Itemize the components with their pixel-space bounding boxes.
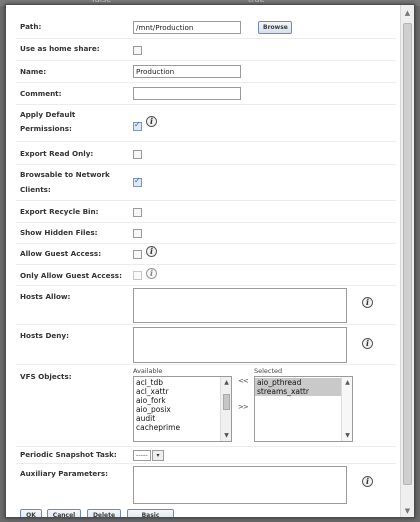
comment-input[interactable] — [133, 87, 241, 100]
list-item[interactable]: acl_xattr — [134, 387, 231, 396]
allow-guest-access-label: Allow Guest Access: — [20, 249, 102, 258]
cancel-button[interactable]: Cancel — [47, 509, 81, 517]
info-icon[interactable]: i — [362, 338, 373, 349]
scroll-up-icon[interactable]: ▲ — [222, 378, 231, 387]
export-read-only-row: Export Read Only: — [16, 142, 396, 165]
move-right-button[interactable]: >> — [238, 403, 249, 411]
home-share-row: Use as home share: — [16, 39, 396, 61]
allow-guest-access-row: Allow Guest Access: i — [16, 244, 396, 265]
hosts-allow-row: Hosts Allow: i — [16, 286, 396, 325]
apply-default-permissions-label-line2: Permissions: — [20, 124, 72, 133]
vfs-selected-items: aio_pthread streams_xattr — [255, 377, 352, 396]
list-item[interactable]: cacheprime — [134, 423, 231, 432]
auxiliary-parameters-textarea[interactable] — [133, 466, 347, 504]
info-icon[interactable]: i — [362, 297, 373, 308]
move-left-button[interactable]: << — [238, 377, 249, 385]
list-item[interactable]: streams_xattr — [255, 387, 341, 396]
auxiliary-parameters-label: Auxiliary Parameters: — [20, 469, 108, 478]
edit-cifs-share-dialog: Path: /mnt/Production Browse Use as home… — [5, 4, 415, 518]
show-hidden-files-label: Show Hidden Files: — [20, 228, 98, 237]
periodic-snapshot-row: Periodic Snapshot Task: ----- ▾ — [16, 447, 396, 464]
path-row: Path: /mnt/Production Browse — [16, 17, 396, 39]
path-label: Path: — [20, 22, 42, 31]
name-input[interactable]: Production — [133, 65, 241, 78]
export-recycle-bin-row: Export Recycle Bin: — [16, 201, 396, 223]
only-allow-guest-access-checkbox[interactable] — [133, 271, 142, 280]
list-item[interactable]: aio_pthread — [255, 378, 341, 387]
info-icon[interactable]: i — [146, 246, 157, 257]
available-list-scrollbar[interactable]: ▲ ▼ — [220, 377, 231, 441]
selected-label: Selected — [254, 367, 283, 375]
apply-default-permissions-checkbox[interactable] — [133, 120, 142, 131]
chevron-down-icon[interactable]: ▾ — [152, 450, 164, 461]
show-hidden-files-checkbox[interactable] — [133, 229, 142, 238]
list-item[interactable]: acl_tdb — [134, 378, 231, 387]
auxiliary-parameters-row: Auxiliary Parameters: i — [16, 464, 396, 506]
hosts-allow-label: Hosts Allow: — [20, 292, 71, 301]
scroll-up-icon[interactable]: ▲ — [343, 378, 352, 387]
basic-mode-button[interactable]: Basic Mode — [127, 509, 174, 517]
export-read-only-checkbox[interactable] — [133, 150, 142, 159]
browse-button[interactable]: Browse — [258, 21, 292, 34]
list-item[interactable]: audit — [134, 414, 231, 423]
hosts-deny-textarea[interactable] — [133, 327, 347, 363]
vfs-available-list[interactable]: acl_tdb acl_xattr aio_fork aio_posix aud… — [133, 376, 232, 442]
info-icon[interactable]: i — [362, 476, 373, 487]
comment-row: Comment: — [16, 83, 396, 105]
export-recycle-bin-checkbox[interactable] — [133, 208, 142, 217]
scroll-down-icon[interactable]: ▼ — [222, 431, 231, 440]
path-input[interactable]: /mnt/Production — [133, 21, 241, 34]
vfs-available-items: acl_tdb acl_xattr aio_fork aio_posix aud… — [134, 377, 231, 432]
only-allow-guest-access-label: Only Allow Guest Access: — [20, 271, 122, 280]
dialog-buttons: OK Cancel Delete Basic Mode — [16, 507, 396, 517]
hosts-deny-label: Hosts Deny: — [20, 331, 69, 340]
periodic-snapshot-label: Periodic Snapshot Task: — [20, 450, 117, 459]
browsable-label: Browsable to Network — [20, 170, 110, 179]
show-hidden-files-row: Show Hidden Files: — [16, 223, 396, 244]
apply-default-permissions-label: Apply Default — [20, 110, 76, 119]
scroll-down-icon[interactable]: ▼ — [403, 506, 412, 516]
scroll-up-icon[interactable]: ▲ — [403, 8, 412, 18]
browsable-row: Browsable to Network Clients: — [16, 165, 396, 201]
scroll-thumb[interactable] — [223, 394, 230, 410]
selected-list-scrollbar[interactable]: ▲ ▼ — [341, 377, 352, 441]
info-icon[interactable]: i — [146, 116, 157, 127]
home-share-checkbox[interactable] — [133, 46, 142, 55]
allow-guest-access-checkbox[interactable] — [133, 250, 142, 259]
hosts-deny-row: Hosts Deny: i — [16, 325, 396, 365]
vfs-selected-list[interactable]: aio_pthread streams_xattr ▲ ▼ — [254, 376, 353, 442]
ok-button[interactable]: OK — [20, 509, 42, 517]
home-share-label: Use as home share: — [20, 44, 100, 53]
delete-button[interactable]: Delete — [87, 509, 121, 517]
vfs-objects-row: VFS Objects: Available acl_tdb acl_xattr… — [16, 365, 396, 447]
comment-label: Comment: — [20, 89, 62, 98]
list-item[interactable]: aio_fork — [134, 396, 231, 405]
form-scroll-area: Path: /mnt/Production Browse Use as home… — [6, 5, 402, 517]
dialog-scrollbar[interactable]: ▲ ▼ — [400, 5, 414, 517]
apply-default-permissions-row: Apply Default Permissions: i — [16, 105, 396, 142]
export-recycle-bin-label: Export Recycle Bin: — [20, 207, 99, 216]
export-read-only-label: Export Read Only: — [20, 149, 94, 158]
info-icon[interactable]: i — [146, 268, 157, 279]
name-label: Name: — [20, 67, 47, 76]
scroll-down-icon[interactable]: ▼ — [343, 431, 352, 440]
vfs-objects-label: VFS Objects: — [20, 372, 72, 381]
name-row: Name: Production — [16, 61, 396, 83]
browsable-checkbox[interactable] — [133, 176, 142, 187]
hosts-allow-textarea[interactable] — [133, 288, 347, 323]
list-item[interactable]: aio_posix — [134, 405, 231, 414]
only-allow-guest-access-row: Only Allow Guest Access: i — [16, 265, 396, 286]
available-label: Available — [133, 367, 163, 375]
periodic-snapshot-value: ----- — [136, 451, 148, 459]
periodic-snapshot-select[interactable]: ----- ▾ — [133, 450, 164, 461]
browsable-label-line2: Clients: — [20, 185, 51, 194]
scroll-thumb[interactable] — [403, 23, 412, 485]
